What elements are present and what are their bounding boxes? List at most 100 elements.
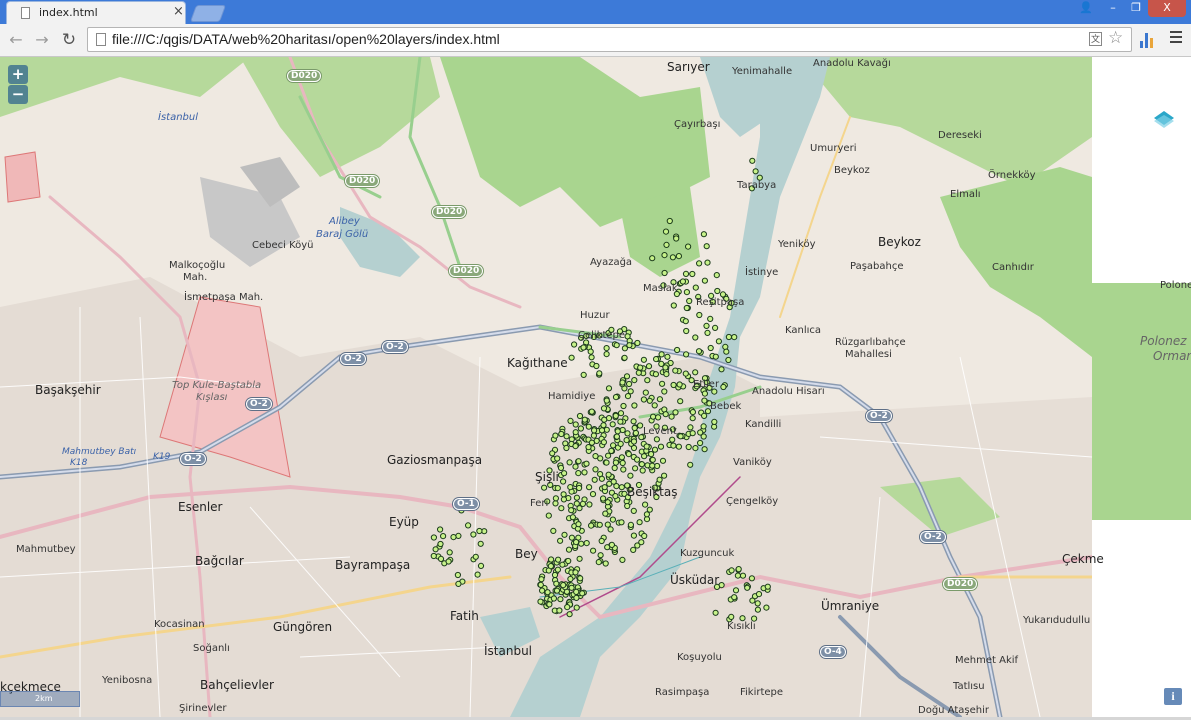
data-point-marker[interactable]	[642, 389, 649, 396]
data-point-marker[interactable]	[631, 424, 638, 432]
data-point-marker[interactable]	[600, 405, 608, 412]
data-point-marker[interactable]	[566, 459, 573, 466]
data-point-marker[interactable]	[754, 606, 762, 613]
data-point-marker[interactable]	[608, 541, 616, 548]
zoom-out-button[interactable]: −	[8, 85, 28, 104]
user-icon[interactable]: 👤	[1074, 0, 1098, 17]
data-point-marker[interactable]	[630, 438, 638, 445]
data-point-marker[interactable]	[555, 556, 562, 563]
data-point-marker[interactable]	[701, 277, 709, 284]
data-point-marker[interactable]	[595, 559, 602, 566]
data-point-marker[interactable]	[554, 455, 561, 462]
data-point-marker[interactable]	[687, 424, 694, 431]
data-point-marker[interactable]	[657, 443, 665, 450]
data-point-marker[interactable]	[617, 418, 624, 425]
data-point-marker[interactable]	[588, 354, 595, 361]
data-point-marker[interactable]	[669, 254, 677, 261]
data-point-marker[interactable]	[744, 584, 751, 591]
data-point-marker[interactable]	[627, 388, 634, 395]
data-point-marker[interactable]	[704, 259, 711, 266]
data-point-marker[interactable]	[600, 495, 607, 502]
data-point-marker[interactable]	[630, 546, 637, 553]
data-point-marker[interactable]	[701, 397, 708, 404]
data-point-marker[interactable]	[437, 555, 445, 562]
data-point-marker[interactable]	[707, 344, 714, 352]
data-point-marker[interactable]	[663, 371, 670, 378]
data-point-marker[interactable]	[641, 532, 648, 540]
data-point-marker[interactable]	[704, 329, 711, 336]
data-point-marker[interactable]	[556, 607, 563, 614]
layer-switcher-icon[interactable]	[1153, 109, 1175, 131]
data-point-marker[interactable]	[703, 243, 710, 250]
data-point-marker[interactable]	[619, 379, 626, 386]
tab-close-icon[interactable]: ×	[173, 4, 184, 19]
data-point-marker[interactable]	[625, 451, 632, 458]
data-point-marker[interactable]	[572, 463, 579, 470]
data-point-marker[interactable]	[576, 412, 584, 420]
data-point-marker[interactable]	[569, 514, 577, 521]
data-point-marker[interactable]	[580, 344, 587, 351]
data-point-marker[interactable]	[565, 557, 572, 565]
data-point-marker[interactable]	[552, 432, 559, 439]
data-point-marker[interactable]	[624, 430, 631, 437]
data-point-marker[interactable]	[732, 587, 740, 594]
data-point-marker[interactable]	[643, 511, 651, 518]
data-point-marker[interactable]	[588, 408, 595, 415]
data-point-marker[interactable]	[573, 539, 580, 546]
data-point-marker[interactable]	[630, 418, 637, 425]
data-point-marker[interactable]	[579, 590, 586, 597]
data-point-marker[interactable]	[618, 454, 626, 461]
data-point-marker[interactable]	[637, 422, 644, 429]
data-point-marker[interactable]	[696, 311, 703, 319]
data-point-marker[interactable]	[676, 381, 683, 388]
data-point-marker[interactable]	[659, 380, 666, 387]
data-point-marker[interactable]	[659, 457, 667, 464]
data-point-marker[interactable]	[686, 297, 693, 305]
data-point-marker[interactable]	[609, 421, 616, 428]
data-point-marker[interactable]	[700, 423, 707, 430]
data-point-marker[interactable]	[683, 351, 690, 358]
data-point-marker[interactable]	[651, 402, 658, 409]
data-point-marker[interactable]	[653, 356, 660, 363]
data-point-marker[interactable]	[605, 452, 612, 459]
data-point-marker[interactable]	[607, 526, 614, 533]
data-point-marker[interactable]	[670, 302, 677, 309]
data-point-marker[interactable]	[623, 373, 631, 380]
data-point-marker[interactable]	[576, 555, 583, 562]
data-point-marker[interactable]	[687, 461, 694, 468]
data-point-marker[interactable]	[735, 565, 742, 573]
data-point-marker[interactable]	[588, 439, 596, 446]
data-point-marker[interactable]	[541, 484, 548, 491]
data-point-marker[interactable]	[696, 260, 703, 267]
data-point-marker[interactable]	[752, 168, 759, 175]
data-point-marker[interactable]	[601, 484, 608, 491]
data-point-marker[interactable]	[583, 460, 590, 467]
zoom-in-button[interactable]: +	[8, 65, 28, 84]
data-point-marker[interactable]	[653, 436, 661, 443]
data-point-marker[interactable]	[590, 432, 598, 439]
data-point-marker[interactable]	[634, 456, 641, 463]
data-point-marker[interactable]	[697, 429, 704, 436]
data-point-marker[interactable]	[560, 491, 567, 498]
data-point-marker[interactable]	[624, 393, 632, 400]
data-point-marker[interactable]	[609, 516, 617, 523]
data-point-marker[interactable]	[539, 587, 546, 594]
data-point-marker[interactable]	[581, 416, 588, 423]
data-point-marker[interactable]	[673, 235, 680, 242]
data-point-marker[interactable]	[454, 571, 461, 579]
data-point-marker[interactable]	[560, 582, 567, 589]
reload-button[interactable]: ↻	[58, 30, 80, 50]
data-point-marker[interactable]	[725, 333, 733, 341]
data-point-marker[interactable]	[632, 429, 640, 437]
data-point-marker[interactable]	[748, 575, 756, 582]
data-point-marker[interactable]	[603, 345, 610, 352]
data-point-marker[interactable]	[677, 398, 684, 405]
data-point-marker[interactable]	[700, 231, 708, 238]
data-point-marker[interactable]	[624, 502, 631, 510]
data-point-marker[interactable]	[602, 510, 609, 517]
data-point-marker[interactable]	[731, 594, 738, 601]
tab-index-html[interactable]: index.html ×	[6, 1, 186, 24]
back-button[interactable]: ←	[5, 30, 27, 50]
data-point-marker[interactable]	[723, 348, 730, 355]
data-point-marker[interactable]	[465, 522, 472, 529]
